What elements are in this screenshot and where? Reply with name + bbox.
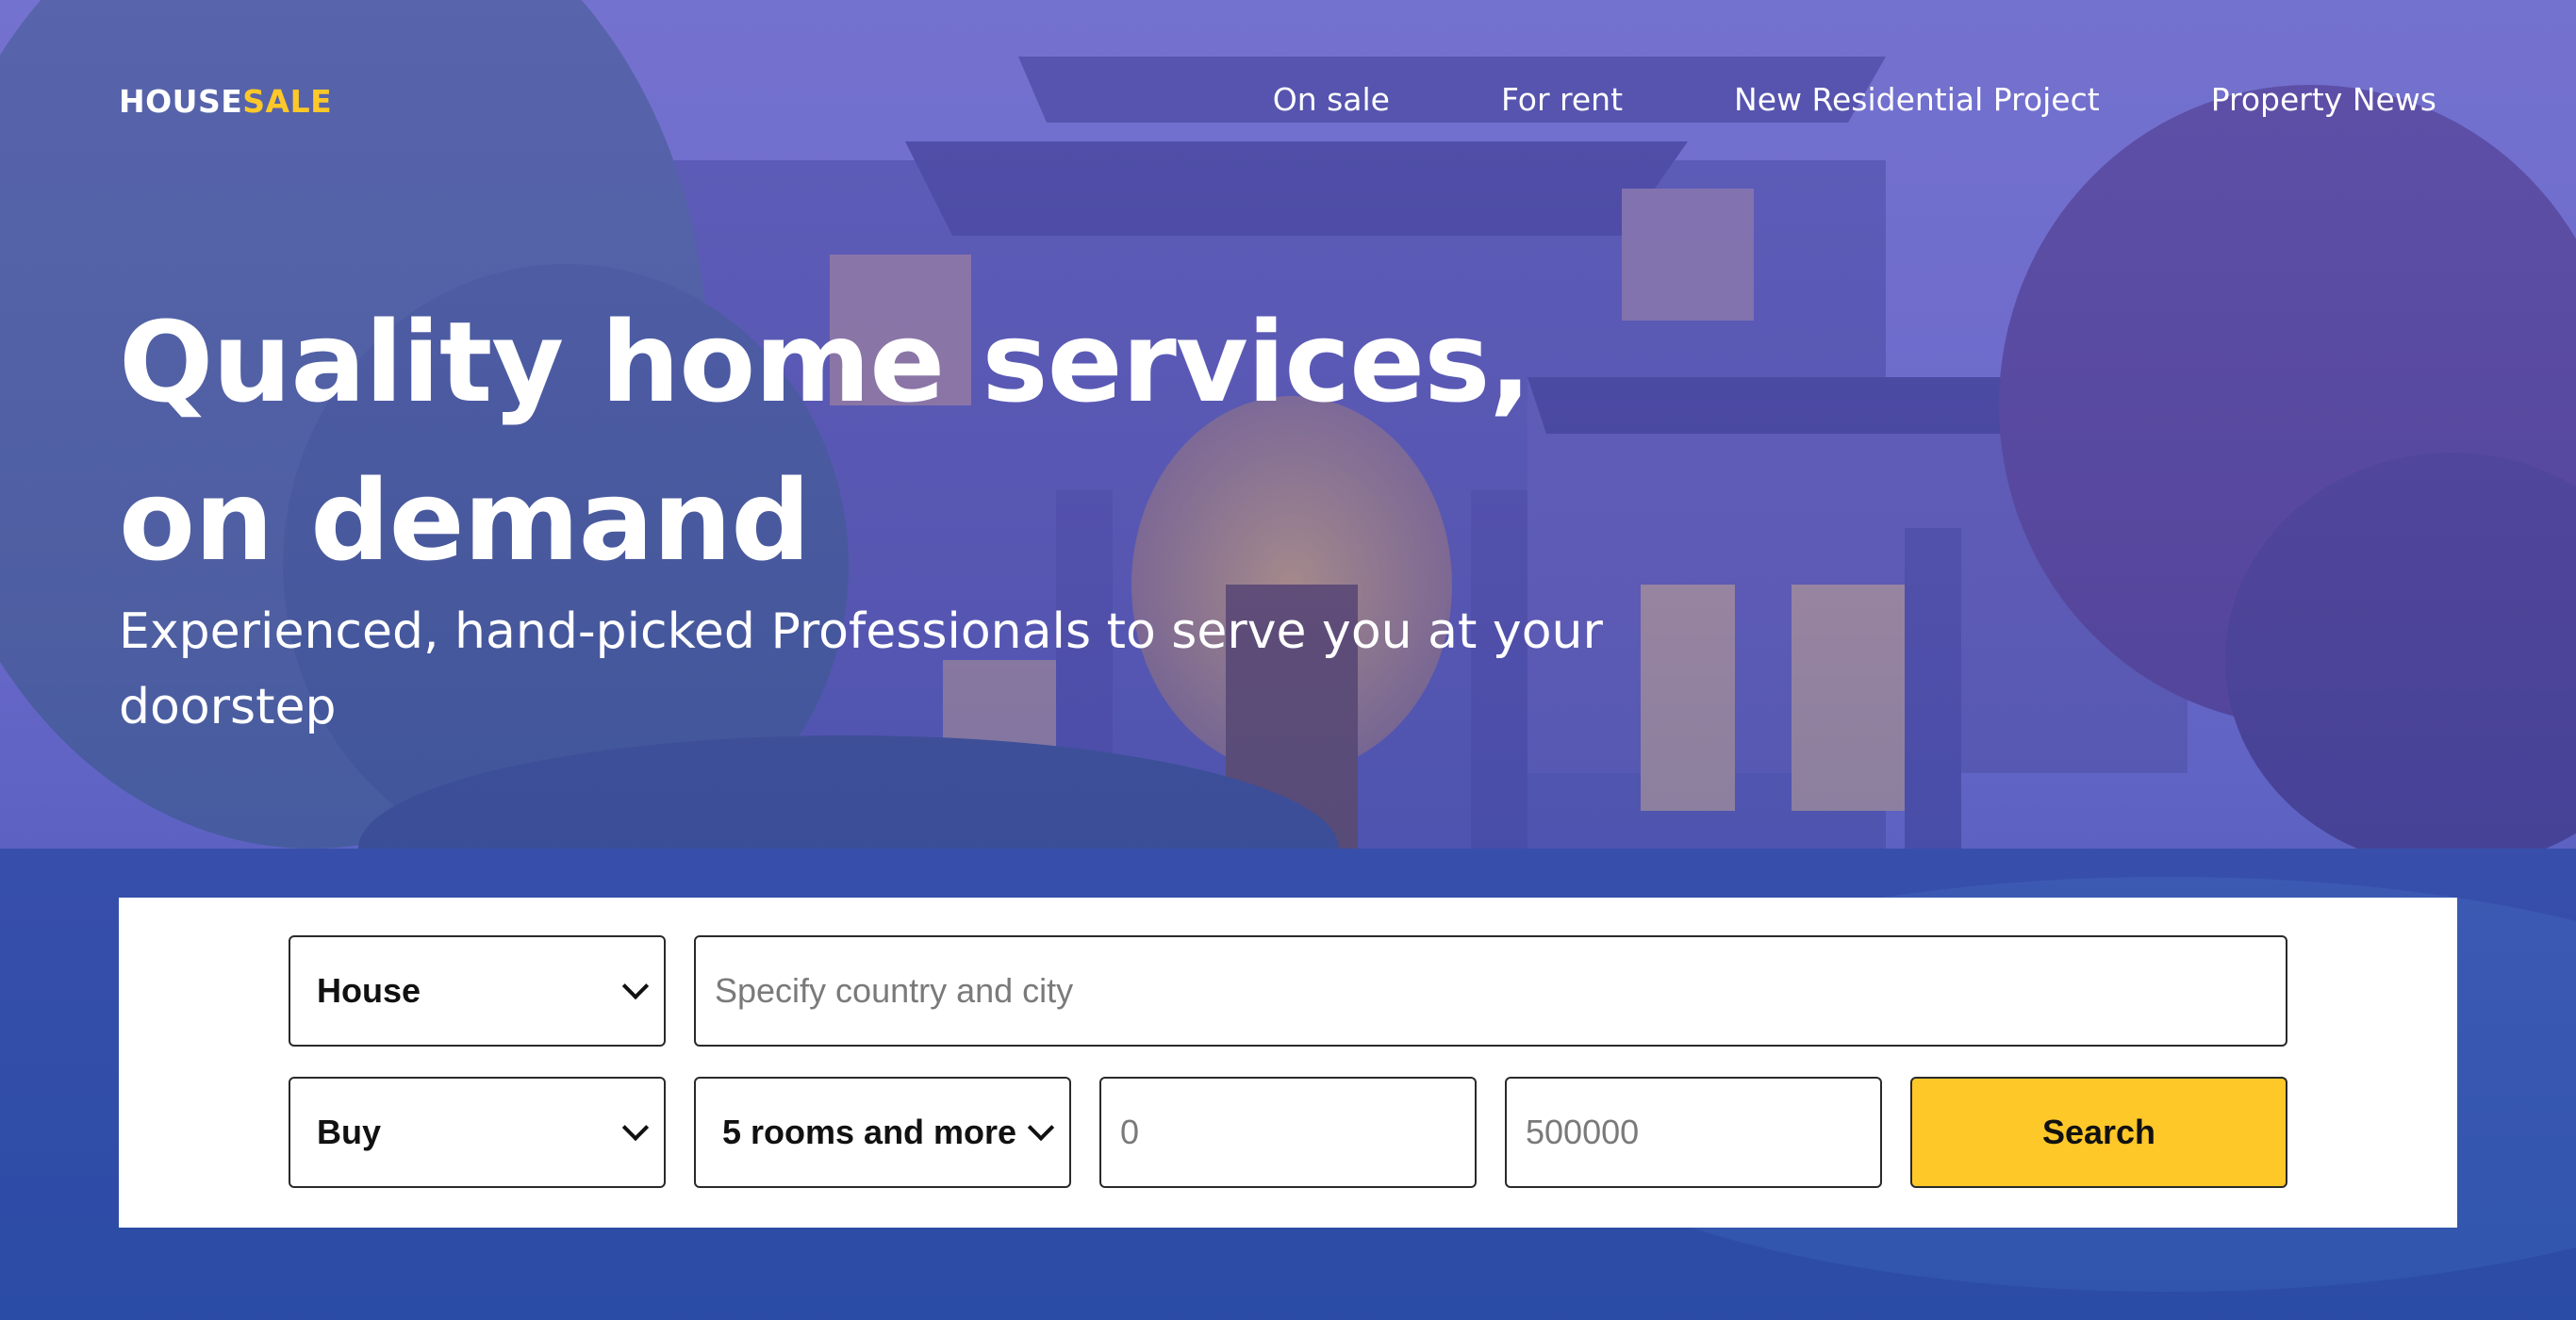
property-type-value: House	[317, 971, 421, 1010]
hero-headline-line1: Quality home services,	[119, 297, 1531, 427]
search-panel: House Specify country and city Buy 5 roo…	[119, 898, 2457, 1228]
chevron-down-icon	[621, 972, 650, 1000]
hero-headline: Quality home services, on demand	[119, 283, 1533, 600]
location-input[interactable]: Specify country and city	[694, 935, 2287, 1047]
rooms-value: 5 rooms and more	[722, 1113, 1017, 1151]
deal-type-select[interactable]: Buy	[289, 1077, 666, 1188]
nav-item-property-news[interactable]: Property News	[2211, 81, 2436, 118]
deal-type-value: Buy	[317, 1113, 382, 1151]
logo-text-sale: SALE	[242, 83, 333, 120]
nav-item-for-rent[interactable]: For rent	[1501, 81, 1623, 118]
rooms-select[interactable]: 5 rooms and more	[694, 1077, 1071, 1188]
price-max-placeholder: 500000	[1526, 1113, 1640, 1151]
main-nav: On sale For rent New Residential Project…	[1273, 81, 2436, 118]
site-logo[interactable]: HOUSESALE	[119, 83, 332, 120]
chevron-down-icon	[621, 1114, 650, 1142]
search-button[interactable]: Search	[1910, 1077, 2287, 1188]
nav-item-on-sale[interactable]: On sale	[1273, 81, 1390, 118]
price-max-input[interactable]: 500000	[1505, 1077, 1882, 1188]
price-min-input[interactable]: 0	[1099, 1077, 1477, 1188]
property-type-select[interactable]: House	[289, 935, 666, 1047]
nav-item-new-residential-project[interactable]: New Residential Project	[1734, 81, 2100, 118]
price-min-placeholder: 0	[1120, 1113, 1140, 1151]
hero-subtitle: Experienced, hand-picked Professionals t…	[119, 594, 1627, 745]
hero-subtitle-line2: doorstep	[119, 679, 337, 735]
hero-subtitle-line1: Experienced, hand-picked Professionals t…	[119, 603, 1603, 660]
location-placeholder: Specify country and city	[715, 971, 1074, 1010]
chevron-down-icon	[1027, 1114, 1055, 1142]
logo-text-house: HOUSE	[119, 83, 243, 120]
hero-headline-line2: on demand	[119, 455, 811, 586]
